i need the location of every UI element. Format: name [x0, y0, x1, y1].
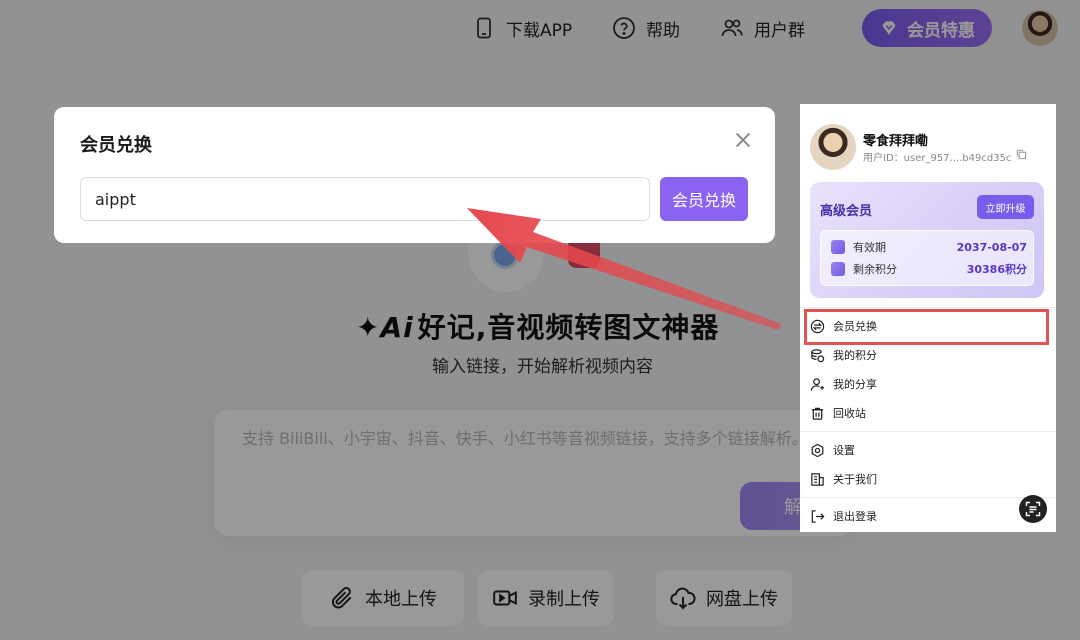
wallet-icon [831, 262, 845, 276]
settings-icon [811, 443, 824, 457]
close-icon[interactable] [732, 129, 754, 151]
avatar [810, 124, 856, 170]
validity-label: 有效期 [853, 241, 886, 254]
points-value: 30386积分 [966, 263, 1027, 276]
trash-icon [811, 407, 824, 420]
calendar-icon [831, 240, 845, 254]
validity-row: 有效期 2037-08-07 [831, 237, 1027, 257]
validity-value: 2037-08-07 [956, 240, 1027, 254]
user-name: 零食拜拜嘞 [863, 134, 929, 149]
menu-item-label: 回收站 [833, 407, 866, 420]
copy-icon[interactable] [1016, 149, 1027, 160]
user-id: 用户ID：user_957....b49cd35c [863, 153, 1012, 164]
annotation-highlight-box [804, 309, 1049, 345]
menu-item-label: 我的积分 [833, 349, 877, 362]
membership-card: 高级会员 立即升级 有效期 2037-08-07 剩余积分 30386积分 [810, 182, 1044, 298]
logout-icon [811, 509, 825, 523]
menu-divider [800, 431, 1056, 432]
menu-item-settings[interactable]: 设置 [810, 437, 1046, 463]
redeem-modal: 会员兑换 会员兑换 [54, 107, 775, 243]
menu-divider [800, 497, 1056, 498]
menu-item-logout[interactable]: 退出登录 [810, 503, 1046, 529]
menu-item-about[interactable]: 关于我们 [810, 466, 1046, 492]
scan-button[interactable] [1019, 495, 1047, 523]
menu-item-label: 关于我们 [833, 473, 877, 486]
menu-item-points[interactable]: 我的积分 [810, 342, 1046, 368]
scan-text-icon [1025, 501, 1041, 517]
menu-item-label: 设置 [833, 444, 855, 457]
menu-item-label: 我的分享 [833, 378, 877, 391]
redeem-button[interactable]: 会员兑换 [660, 177, 748, 221]
menu-item-label: 退出登录 [833, 510, 877, 523]
membership-tier: 高级会员 [820, 204, 873, 219]
share-user-icon [810, 377, 825, 391]
menu-item-trash[interactable]: 回收站 [810, 400, 1046, 426]
upgrade-button[interactable]: 立即升级 [977, 195, 1034, 219]
points-label: 剩余积分 [853, 263, 897, 276]
building-icon [811, 472, 824, 486]
points-row: 剩余积分 30386积分 [831, 259, 1027, 279]
menu-item-share[interactable]: 我的分享 [810, 371, 1046, 397]
membership-details: 有效期 2037-08-07 剩余积分 30386积分 [820, 230, 1034, 286]
redeem-code-input[interactable] [80, 177, 650, 221]
coins-icon [811, 348, 825, 362]
menu-divider [800, 307, 1056, 308]
modal-title: 会员兑换 [80, 135, 152, 156]
